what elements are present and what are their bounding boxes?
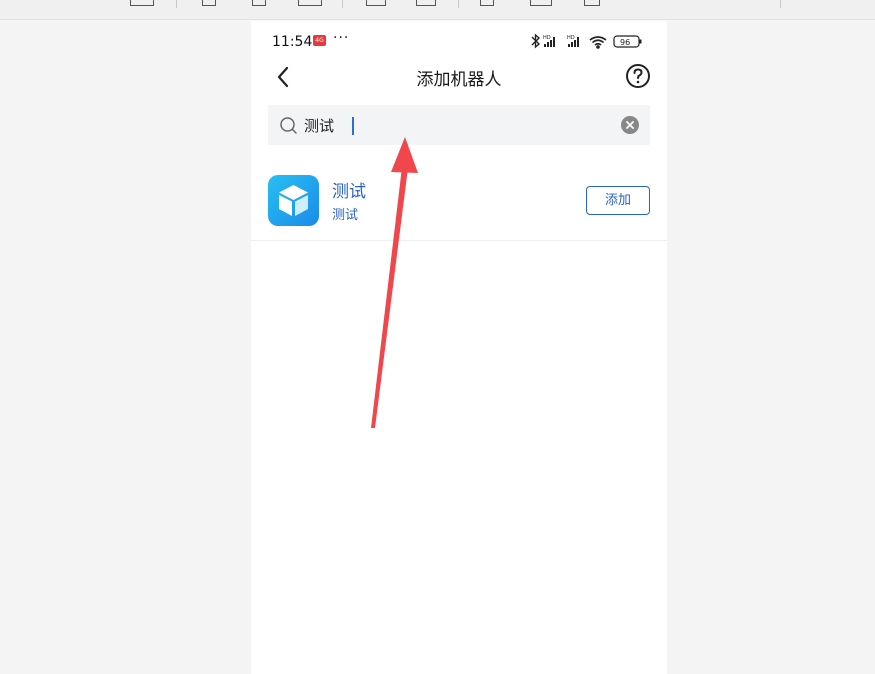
zoom-out-icon[interactable] (202, 0, 216, 6)
phone-screen: 11:54 4G ··· HD HD 96 添加机器人 测试 测试 测试 添加 (251, 21, 667, 674)
network-badge: 4G (313, 35, 326, 46)
toolbar-divider (176, 0, 177, 8)
copy-icon[interactable] (584, 0, 600, 6)
fullscreen-icon[interactable] (530, 0, 552, 6)
battery-level: 96 (620, 38, 630, 47)
bot-avatar (268, 175, 319, 226)
list-item[interactable]: 测试 测试 添加 (251, 167, 667, 241)
grid-view-icon[interactable] (130, 0, 154, 6)
svg-text:HD: HD (567, 35, 575, 41)
toolbar-divider (780, 0, 781, 8)
bluetooth-icon (531, 33, 541, 49)
clear-icon[interactable] (621, 116, 639, 134)
text-cursor (352, 117, 354, 135)
more-notifications: ··· (333, 30, 350, 46)
rotate-left-icon[interactable] (366, 0, 386, 6)
status-icons: HD HD 96 (531, 33, 642, 49)
page-title: 添加机器人 (416, 70, 502, 90)
search-input[interactable] (304, 113, 604, 137)
search-bar[interactable] (268, 105, 650, 145)
battery-icon: 96 (613, 35, 642, 48)
status-time: 11:54 (272, 34, 313, 50)
status-bar: 11:54 4G ··· HD HD 96 (251, 21, 667, 57)
fit-page-icon[interactable] (298, 0, 322, 6)
toolbar-divider (342, 0, 343, 8)
bot-name[interactable]: 测试 (332, 177, 366, 202)
cube-icon (279, 185, 308, 216)
search-icon (280, 117, 297, 134)
add-bot-button[interactable]: 添加 (586, 186, 650, 215)
wifi-icon (589, 36, 607, 49)
viewer-toolbar (0, 0, 875, 20)
crop-icon[interactable] (480, 0, 494, 6)
signal-icon: HD HD (543, 35, 579, 47)
toolbar-divider (458, 0, 459, 8)
bot-description: 测试 (332, 208, 359, 223)
navigation-bar: 添加机器人 (251, 57, 667, 97)
zoom-in-icon[interactable] (252, 0, 266, 6)
nav-back-icon[interactable] (34, 0, 42, 6)
rotate-right-icon[interactable] (416, 0, 436, 6)
help-circle-icon[interactable] (625, 63, 651, 89)
svg-text:HD: HD (543, 35, 551, 41)
